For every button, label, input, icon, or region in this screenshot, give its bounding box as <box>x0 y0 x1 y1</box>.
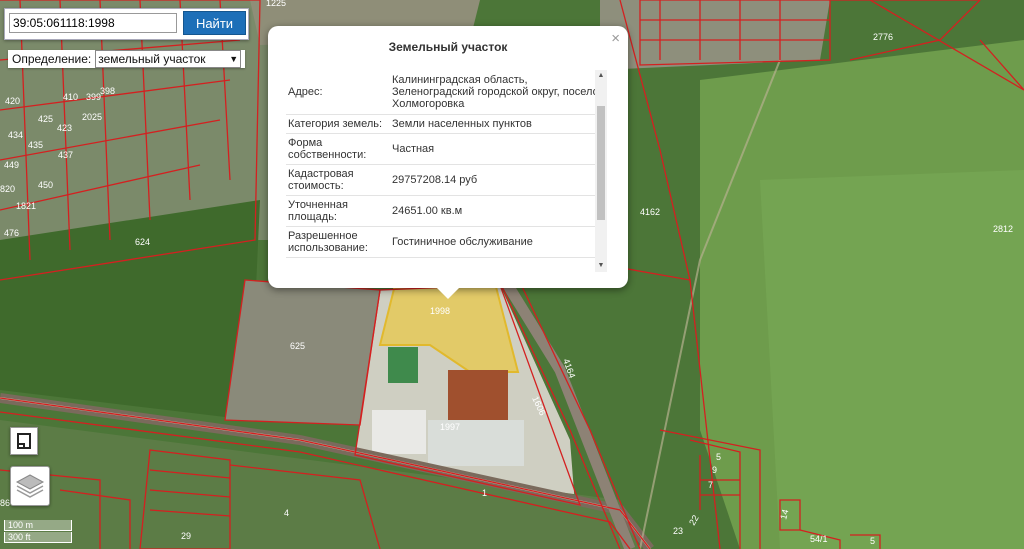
definition-select[interactable]: земельный участок ▼ <box>95 50 242 68</box>
scroll-down-icon[interactable]: ▼ <box>595 260 607 272</box>
parcel-popup: × Земельный участок Адрес: Калининградск… <box>268 26 628 288</box>
measure-button[interactable] <box>10 427 38 455</box>
parcel-label-1225: 1225 <box>266 0 286 8</box>
popup-row: Кадастровая стоимость: 29757208.14 руб <box>286 165 606 196</box>
popup-row: Категория земель: Земли населенных пункт… <box>286 115 606 134</box>
parcel-label-434: 434 <box>8 130 23 140</box>
definition-label: Определение: <box>12 52 92 66</box>
popup-row: Уточненная площадь: 24651.00 кв.м <box>286 196 606 227</box>
parcel-label-423: 423 <box>57 123 72 133</box>
row-key: Форма собственности: <box>288 137 367 161</box>
parcel-label-2025: 2025 <box>82 112 102 122</box>
popup-title: Земельный участок <box>388 40 508 54</box>
row-value: Земли населенных пунктов <box>392 118 532 130</box>
parcel-label-2776: 2776 <box>873 32 893 42</box>
parcel-label-399: 399 <box>86 92 101 102</box>
popup-row: Форма собственности: Частная <box>286 134 606 165</box>
parcel-label-398: 398 <box>100 86 115 96</box>
parcel-label-7: 7 <box>708 480 713 490</box>
parcel-label-1998: 1998 <box>430 306 450 316</box>
parcel-label-29: 29 <box>181 531 191 541</box>
parcel-label-420: 420 <box>5 96 20 106</box>
row-key: Разрешенное использование: <box>288 230 368 254</box>
ruler-icon <box>17 433 31 449</box>
parcel-label-450: 450 <box>38 180 53 190</box>
popup-row: Адрес: Калининградская область, Зеленогр… <box>286 70 606 115</box>
row-value: 29757208.14 руб <box>392 174 478 186</box>
scale-metric: 100 m <box>4 520 72 531</box>
parcel-label-2812: 2812 <box>993 224 1013 234</box>
row-value: Частная <box>392 143 435 155</box>
popup-scrollbar[interactable]: ▲ ▼ <box>595 70 607 272</box>
parcel-label-410: 410 <box>63 92 78 102</box>
layers-icon <box>15 474 45 498</box>
popup-table: Адрес: Калининградская область, Зеленогр… <box>286 70 606 272</box>
definition-row: Определение: земельный участок ▼ <box>8 50 246 68</box>
scale-imperial: 300 ft <box>4 532 72 543</box>
parcel-label-625: 625 <box>290 341 305 351</box>
search-input[interactable] <box>9 13 177 33</box>
row-value: Гостиничное обслуживание <box>392 236 533 248</box>
row-key: Категория земель: <box>288 118 383 130</box>
parcel-label-1821: 1821 <box>16 201 36 211</box>
parcel-label-4162: 4162 <box>640 207 660 217</box>
layers-button[interactable] <box>10 466 50 506</box>
parcel-label-23: 23 <box>673 526 683 536</box>
parcel-label-1: 1 <box>482 488 487 498</box>
parcel-label-425: 425 <box>38 114 53 124</box>
popup-row: Разрешенное использование: Гостиничное о… <box>286 227 606 258</box>
row-value: 24651.00 кв.м <box>392 205 463 217</box>
parcel-label-1997: 1997 <box>440 422 460 432</box>
scroll-up-icon[interactable]: ▲ <box>595 70 607 82</box>
parcel-label-9: 9 <box>712 465 717 475</box>
parcel-label-4: 4 <box>284 508 289 518</box>
parcel-label-435: 435 <box>28 140 43 150</box>
definition-selected: земельный участок <box>98 52 206 66</box>
scroll-thumb[interactable] <box>597 106 605 220</box>
parcel-label-5a: 5 <box>870 536 875 546</box>
row-key: Адрес: <box>288 86 323 98</box>
popup-pointer <box>435 286 461 299</box>
parcel-label-86: 86 <box>0 498 10 508</box>
parcel-label-54-1: 54/1 <box>810 534 828 544</box>
parcel-label-437: 437 <box>58 150 73 160</box>
chevron-down-icon: ▼ <box>229 54 239 64</box>
parcel-label-449: 449 <box>4 160 19 170</box>
search-bar: Найти <box>4 8 249 40</box>
parcel-label-820: 820 <box>0 184 15 194</box>
row-value: Калининградская область, Зеленоградский … <box>392 74 604 110</box>
row-key: Уточненная площадь: <box>288 199 348 223</box>
find-button[interactable]: Найти <box>183 11 246 35</box>
parcel-label-476: 476 <box>4 228 19 238</box>
row-key: Кадастровая стоимость: <box>288 168 354 192</box>
parcel-label-624: 624 <box>135 237 150 247</box>
parcel-label-5: 5 <box>716 452 721 462</box>
